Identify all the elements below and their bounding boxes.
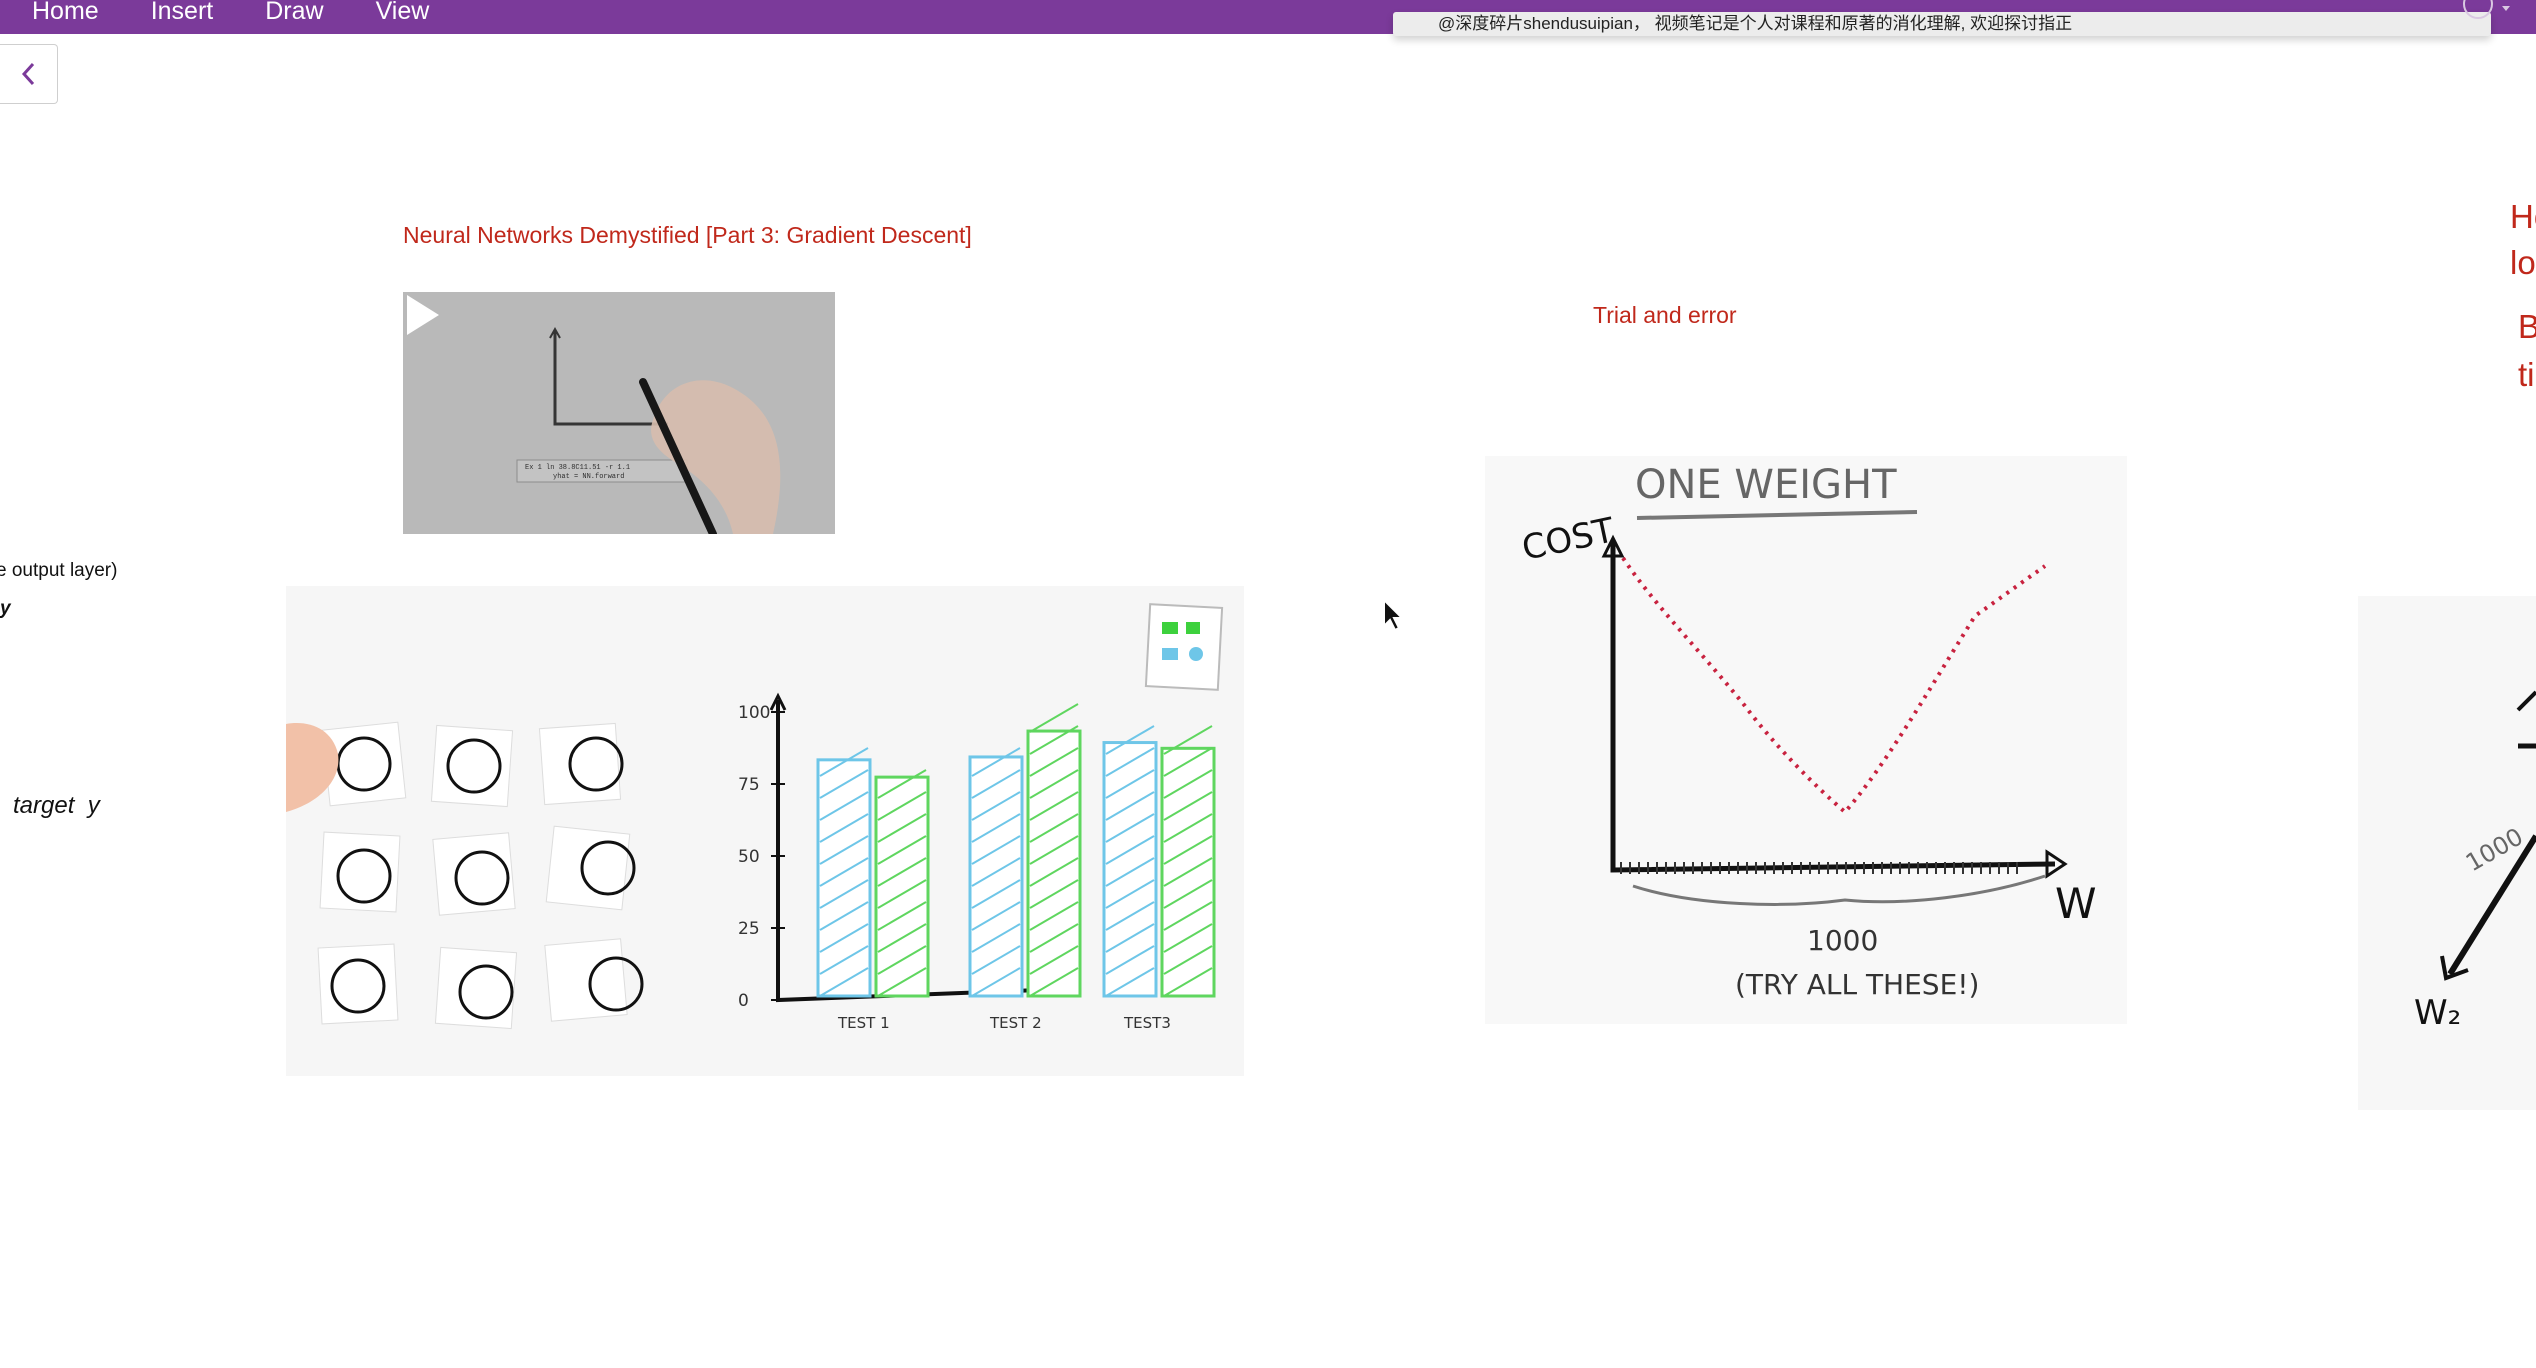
one-weight-drawing: ONE WEIGHT COST W 1000 (TRY ALL THESE!) — [1485, 456, 2127, 1024]
two-weight-drawing: 1000 W₂ — [2358, 596, 2536, 1110]
bar — [1026, 729, 1082, 998]
notice-banner: @深度碎片shendusuipian， 视频笔记是个人对课程和原著的消化理解, … — [1393, 12, 2491, 36]
tab-home[interactable]: Home — [32, 0, 99, 24]
weight-x-label: W — [2055, 879, 2097, 928]
right-clipped-text-2: lo — [2510, 244, 2536, 281]
tab-view[interactable]: View — [376, 0, 430, 24]
left-clipped-text-output-layer: e output layer) — [0, 560, 118, 581]
bar-y-tick: 0 — [738, 991, 749, 1011]
video-thumbnail[interactable]: Ex 1 ln 38.8C11.51 -r 1.1 yhat = NN.forw… — [403, 292, 835, 534]
bar — [1102, 741, 1158, 998]
bar-y-tick: 100 — [738, 703, 770, 723]
bar-hatch — [1029, 703, 1079, 733]
weight-count-label: 1000 — [1807, 924, 1878, 957]
ribbon-tabs: Home Insert Draw View — [32, 0, 481, 34]
right-clipped-text-1: Ho — [2510, 198, 2536, 235]
bar-y-tick: 50 — [738, 847, 760, 867]
weight-y-label: COST — [1519, 510, 1618, 568]
bar-y-tick: 75 — [738, 775, 760, 795]
weight-note: (TRY ALL THESE!) — [1735, 968, 1979, 1001]
chevron-left-icon — [21, 62, 34, 86]
tab-draw[interactable]: Draw — [265, 0, 323, 24]
bar — [874, 775, 930, 998]
cursor-icon — [1383, 598, 1404, 632]
left-clipped-text-y: y — [0, 598, 11, 619]
bar-category-label: TEST 1 — [837, 1014, 890, 1032]
bar-y-tick: 25 — [738, 919, 760, 939]
weight-title: ONE WEIGHT — [1635, 462, 1897, 508]
right-clipped-text-4: ti — [2518, 356, 2535, 393]
video-title-link[interactable]: Neural Networks Demystified [Part 3: Gra… — [403, 222, 972, 249]
right-drawing-w2: W₂ — [2414, 993, 2461, 1033]
play-icon[interactable] — [403, 292, 443, 338]
account-icon[interactable] — [2460, 0, 2520, 20]
bar-category-label: TEST 2 — [989, 1014, 1042, 1032]
bar-category-label: TEST3 — [1123, 1014, 1171, 1032]
back-button[interactable] — [0, 44, 58, 104]
right-clipped-text-3: B — [2518, 308, 2536, 345]
trial-and-error-text: Trial and error — [1593, 302, 1737, 328]
left-clipped-text-target-y: target y — [13, 792, 100, 819]
tab-insert[interactable]: Insert — [151, 0, 214, 24]
bar-chart-drawing: 100 75 50 25 0 TEST 1 TEST 2 TEST3 — [286, 586, 1244, 1076]
